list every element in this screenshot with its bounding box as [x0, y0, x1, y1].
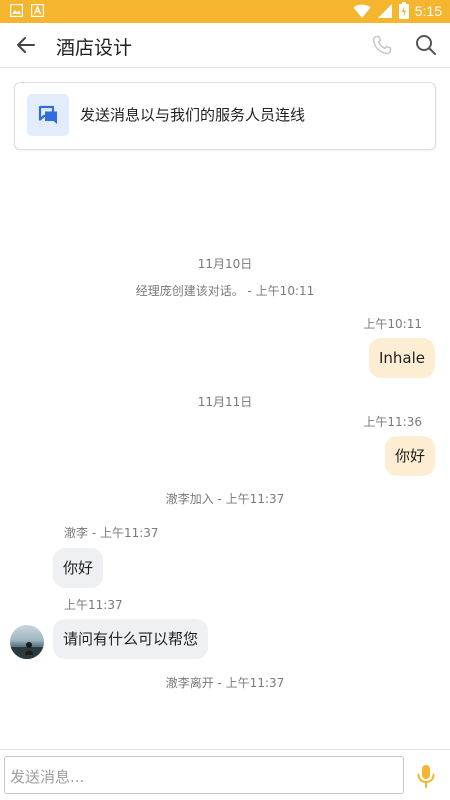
a-icon: [31, 4, 44, 17]
incoming-bubble[interactable]: 请问有什么可以帮您: [53, 619, 209, 659]
image-icon: [10, 4, 23, 17]
system-message: 澈李加入 - 上午11:37: [165, 492, 285, 506]
phone-icon[interactable]: [370, 33, 394, 57]
message-time: 上午11:36: [363, 415, 422, 429]
date-separator: 11月11日: [197, 395, 253, 409]
message-input[interactable]: 发送消息...: [4, 756, 404, 794]
system-message: 澈李离开 - 上午11:37: [165, 676, 285, 690]
search-icon[interactable]: [414, 33, 438, 57]
app-bar: 酒店设计: [0, 23, 450, 68]
wifi-icon: [353, 4, 371, 18]
avatar-figure-icon: [10, 642, 44, 659]
incoming-bubble[interactable]: 你好: [53, 548, 104, 588]
battery-icon: [398, 2, 409, 19]
connect-text: 发送消息以与我们的服务人员连线: [80, 106, 306, 124]
chat-bubbles-icon: [38, 105, 57, 124]
system-message: 经理庞创建该对话。 - 上午10:11: [135, 284, 315, 298]
date-separator: 11月10日: [197, 257, 253, 271]
connect-icon-box: [27, 94, 69, 136]
signal-icon: [377, 3, 392, 18]
connect-card[interactable]: 发送消息以与我们的服务人员连线: [14, 82, 436, 150]
back-arrow-icon[interactable]: [14, 33, 38, 57]
message-time: 上午10:11: [363, 317, 422, 331]
microphone-icon[interactable]: [414, 763, 438, 789]
outgoing-bubble[interactable]: 你好: [384, 436, 435, 476]
composer-divider: [0, 749, 450, 750]
avatar[interactable]: [10, 625, 44, 659]
outgoing-bubble[interactable]: Inhale: [368, 338, 435, 378]
sender-label: 澈李 - 上午11:37: [64, 526, 159, 540]
page-title: 酒店设计: [56, 37, 133, 59]
status-bar: 5:15: [0, 0, 450, 23]
message-time: 上午11:37: [64, 598, 123, 612]
status-time: 5:15: [414, 2, 442, 19]
